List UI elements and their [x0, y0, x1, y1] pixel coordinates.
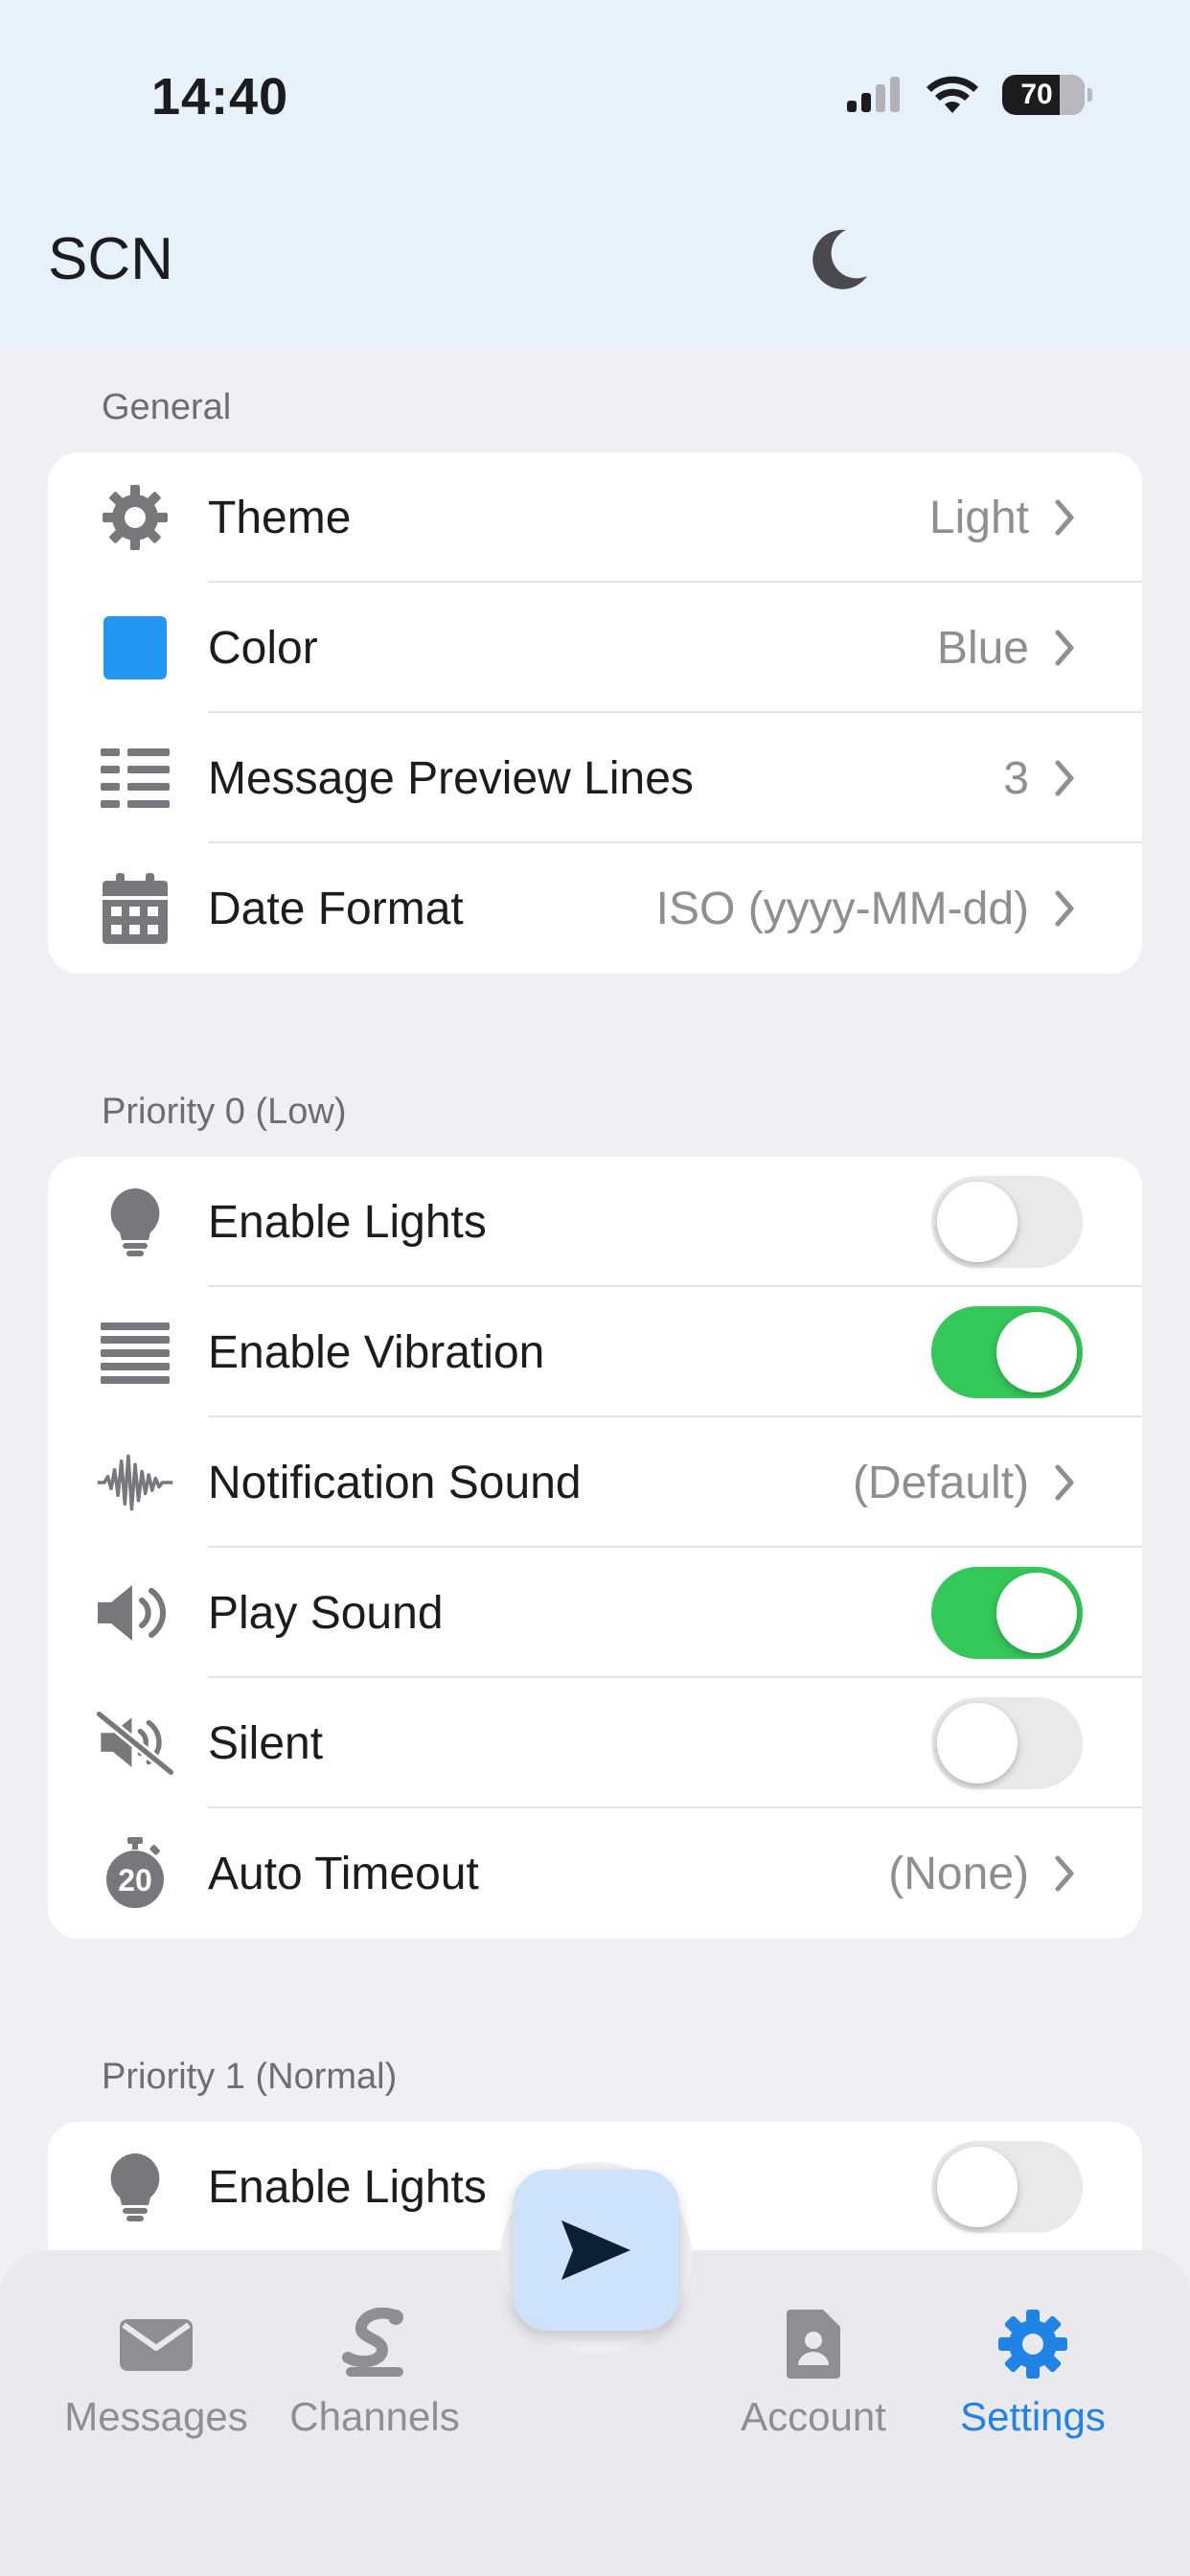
message-preview-lines-value: 3: [1003, 752, 1029, 804]
gear-icon: [96, 483, 174, 552]
enable-vibration-label: Enable Vibration: [208, 1326, 545, 1378]
toggle-knob: [937, 1703, 1018, 1783]
calendar-icon: [96, 873, 174, 944]
notification-sound-label: Notification Sound: [208, 1457, 582, 1508]
tab-label: Account: [741, 2394, 886, 2439]
enable-lights-label: Enable Lights: [208, 1196, 487, 1248]
chevron-right-icon: [1055, 890, 1074, 927]
lines-icon: [96, 744, 174, 813]
tab-label: Channels: [289, 2394, 460, 2439]
auto-timeout-value: (None): [888, 1848, 1029, 1899]
chevron-right-icon: [1055, 1464, 1074, 1501]
chevron-right-icon: [1055, 760, 1074, 796]
tab-label: Messages: [64, 2394, 248, 2439]
speaker-muted-icon: [96, 1709, 174, 1778]
moon-icon[interactable]: [800, 220, 877, 297]
theme-value: Light: [928, 492, 1029, 543]
toggle-knob: [996, 1312, 1077, 1392]
play-sound-label: Play Sound: [208, 1587, 444, 1639]
section-title-general: General: [102, 387, 232, 427]
date-format-value: ISO (yyyy-MM-dd): [655, 883, 1029, 934]
settings-group-priority-0: Enable Lights Enable Vibration Notificat…: [48, 1157, 1142, 1939]
battery-level: 70: [1020, 79, 1053, 110]
settings-gear-icon: [990, 2308, 1076, 2380]
send-button[interactable]: [513, 2170, 679, 2331]
notification-sound-value: (Default): [852, 1457, 1029, 1508]
tab-channels[interactable]: Channels: [260, 2308, 490, 2440]
enable-lights-row[interactable]: Enable Lights: [48, 1157, 1142, 1287]
chevron-right-icon: [1055, 1855, 1074, 1892]
section-title-priority-0: Priority 0 (Low): [102, 1092, 347, 1132]
tab-settings[interactable]: Settings: [918, 2308, 1148, 2440]
toggle-knob: [937, 2147, 1018, 2227]
timer-icon: 20: [96, 1837, 174, 1908]
enable-vibration-toggle[interactable]: [931, 1306, 1083, 1398]
silent-toggle[interactable]: [931, 1697, 1083, 1789]
tab-account[interactable]: Account: [698, 2308, 928, 2440]
lightbulb-icon: [96, 1187, 174, 1256]
battery-icon: 70: [1002, 75, 1092, 115]
chevron-right-icon: [1055, 630, 1074, 666]
silent-label: Silent: [208, 1717, 324, 1769]
theme-row[interactable]: Theme Light: [48, 452, 1142, 583]
message-preview-lines-label: Message Preview Lines: [208, 752, 694, 804]
wifi-icon: [927, 76, 978, 113]
notification-sound-row[interactable]: Notification Sound (Default): [48, 1417, 1142, 1548]
play-sound-row[interactable]: Play Sound: [48, 1548, 1142, 1678]
color-swatch-icon: [96, 613, 174, 682]
toggle-knob: [996, 1573, 1077, 1653]
enable-lights-toggle[interactable]: [931, 1176, 1083, 1268]
enable-vibration-row[interactable]: Enable Vibration: [48, 1287, 1142, 1417]
account-icon: [770, 2308, 857, 2380]
play-sound-toggle[interactable]: [931, 1567, 1083, 1659]
status-bar: 14:40 70: [0, 0, 1190, 182]
auto-timeout-row[interactable]: 20 Auto Timeout (None): [48, 1808, 1142, 1939]
app-title: SCN: [48, 226, 173, 292]
theme-label: Theme: [208, 492, 352, 543]
envelope-icon: [113, 2308, 199, 2380]
speaker-icon: [96, 1578, 174, 1647]
auto-timeout-label: Auto Timeout: [208, 1848, 479, 1899]
tab-messages[interactable]: Messages: [41, 2308, 271, 2440]
date-format-row[interactable]: Date Format ISO (yyyy-MM-dd): [48, 843, 1142, 974]
color-row[interactable]: Color Blue: [48, 583, 1142, 713]
send-icon: [561, 2220, 630, 2280]
message-preview-lines-row[interactable]: Message Preview Lines 3: [48, 713, 1142, 843]
waveform-icon: [96, 1448, 174, 1517]
channels-icon: [332, 2308, 418, 2380]
vibration-icon: [96, 1318, 174, 1387]
timer-icon-text: 20: [118, 1863, 152, 1898]
cellular-signal-icon: [847, 77, 900, 112]
status-icons: 70: [845, 75, 1092, 115]
silent-row[interactable]: Silent: [48, 1678, 1142, 1808]
app-header: SCN: [0, 182, 1190, 347]
color-label: Color: [208, 622, 318, 674]
toggle-knob: [937, 1182, 1018, 1262]
color-value: Blue: [936, 622, 1029, 674]
enable-lights-label: Enable Lights: [208, 2161, 487, 2213]
section-title-priority-1: Priority 1 (Normal): [102, 2057, 398, 2097]
lightbulb-icon: [96, 2152, 174, 2221]
status-time: 14:40: [151, 68, 289, 126]
chevron-right-icon: [1055, 499, 1074, 536]
date-format-label: Date Format: [208, 883, 464, 934]
tab-label: Settings: [960, 2394, 1106, 2439]
enable-lights-toggle[interactable]: [931, 2141, 1083, 2233]
settings-group-general: Theme Light Color Blue Message Preview L…: [48, 452, 1142, 974]
